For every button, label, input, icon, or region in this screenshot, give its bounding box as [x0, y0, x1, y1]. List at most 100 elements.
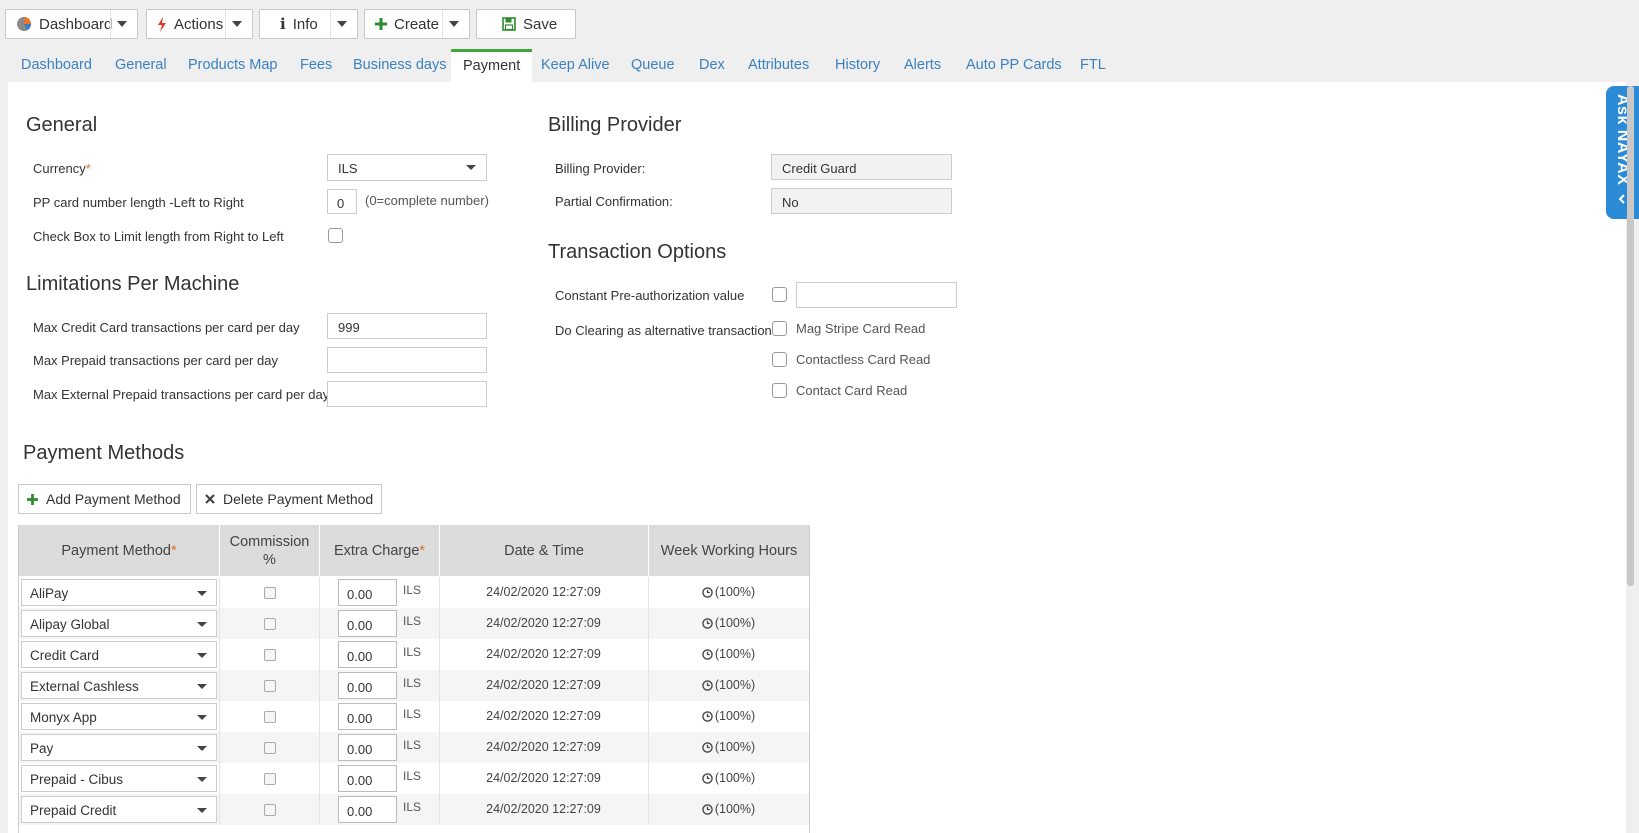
week-hours-cell[interactable]: (100%)	[649, 577, 809, 608]
info-dropdown-button[interactable]: i Info	[259, 9, 358, 39]
payment-method-value: Prepaid Credit	[30, 803, 117, 818]
currency-label: Currency*	[33, 161, 91, 176]
table-row: Prepaid - Cibus 0.00 ILS 24/02/2020 12:27:0…	[19, 763, 809, 794]
payment-method-value: Prepaid - Cibus	[30, 772, 124, 787]
extra-charge-input[interactable]: 0.00	[338, 703, 397, 730]
column-week-working-hours[interactable]: Week Working Hours	[649, 525, 809, 576]
commission-checkbox[interactable]	[264, 649, 276, 661]
chevron-down-icon	[117, 21, 127, 27]
date-time-value: 24/02/2020 12:27:09	[486, 709, 601, 723]
week-hours-cell[interactable]: (100%)	[649, 701, 809, 732]
commission-checkbox[interactable]	[264, 618, 276, 630]
week-hours-cell[interactable]: (100%)	[649, 794, 809, 825]
week-hours-cell[interactable]: (100%)	[649, 670, 809, 701]
tab-keep-alive[interactable]: Keep Alive	[541, 57, 610, 73]
tab-business-days[interactable]: Business days	[353, 57, 447, 73]
chevron-left-icon	[1618, 191, 1626, 209]
limit-rtl-label: Check Box to Limit length from Right to …	[33, 229, 284, 244]
column-commission[interactable]: Commission%	[220, 525, 320, 576]
method-cell: Prepaid Credit	[19, 794, 220, 825]
method-cell: Alipay Global	[19, 608, 220, 639]
extra-charge-input[interactable]: 0.00	[338, 579, 397, 606]
payment-method-select[interactable]: Alipay Global	[21, 610, 217, 637]
table-header: Payment Method * Commission% Extra Charge…	[19, 525, 809, 576]
tab-fees[interactable]: Fees	[300, 57, 332, 73]
plus-icon	[375, 18, 387, 30]
dashboard-label: Dashboard	[39, 15, 113, 33]
table-row: External Cashless 0.00 ILS 24/02/2020 12:27…	[19, 670, 809, 701]
tab-queue[interactable]: Queue	[631, 57, 675, 73]
preauth-input[interactable]	[796, 282, 957, 308]
contact-label: Contact Card Read	[796, 383, 908, 398]
chevron-down-icon	[337, 21, 347, 27]
week-hours-cell[interactable]: (100%)	[649, 608, 809, 639]
tab-auto-pp-cards[interactable]: Auto PP Cards	[966, 57, 1062, 73]
dashboard-dropdown-button[interactable]: Dashboard	[5, 9, 138, 39]
week-hours-cell[interactable]: (100%)	[649, 639, 809, 670]
extra-charge-input[interactable]: 0.00	[338, 734, 397, 761]
week-hours-value: (100%)	[714, 678, 756, 692]
tab-alerts[interactable]: Alerts	[904, 57, 941, 73]
limit-rtl-checkbox[interactable]	[328, 228, 343, 243]
commission-checkbox[interactable]	[264, 711, 276, 723]
clock-icon	[702, 649, 713, 660]
extra-charge-input[interactable]: 0.00	[338, 765, 397, 792]
delete-payment-method-button[interactable]: Delete Payment Method	[196, 484, 382, 514]
commission-cell	[220, 732, 320, 763]
extra-charge-input[interactable]: 0.00	[338, 610, 397, 637]
column-date-time[interactable]: Date & Time	[440, 525, 649, 576]
scrollbar[interactable]	[1627, 86, 1634, 586]
contactless-checkbox[interactable]	[772, 352, 787, 367]
payment-method-select[interactable]: External Cashless	[21, 672, 217, 699]
add-payment-method-button[interactable]: Add Payment Method	[18, 484, 191, 514]
payment-method-select[interactable]: Monyx App	[21, 703, 217, 730]
tab-general[interactable]: General	[115, 57, 167, 73]
extra-charge-input[interactable]: 0.00	[338, 672, 397, 699]
tab-ftl[interactable]: FTL	[1080, 57, 1106, 73]
currency-select[interactable]: ILS	[327, 154, 487, 181]
commission-checkbox[interactable]	[264, 804, 276, 816]
tab-products-map[interactable]: Products Map	[188, 57, 277, 73]
mag-stripe-checkbox[interactable]	[772, 321, 787, 336]
date-time-cell: 24/02/2020 12:27:09	[440, 732, 649, 763]
clock-icon	[702, 773, 713, 784]
week-hours-cell[interactable]: (100%)	[649, 732, 809, 763]
week-hours-cell[interactable]: (100%)	[649, 763, 809, 794]
commission-cell	[220, 763, 320, 794]
ask-nayax-panel[interactable]: Ask NAYAX	[1606, 86, 1639, 219]
tab-dashboard[interactable]: Dashboard	[21, 57, 92, 73]
column-payment-method[interactable]: Payment Method *	[19, 525, 220, 576]
max-ext-prepaid-input[interactable]	[327, 381, 487, 407]
table-row: Prepaid Credit 0.00 ILS 24/02/2020 12:27:09…	[19, 794, 809, 825]
pp-length-input[interactable]: 0	[327, 189, 357, 214]
chevron-down-icon	[197, 715, 207, 720]
commission-checkbox[interactable]	[264, 587, 276, 599]
commission-checkbox[interactable]	[264, 773, 276, 785]
commission-checkbox[interactable]	[264, 680, 276, 692]
extra-charge-cell: 0.00 ILS	[320, 639, 440, 670]
chevron-down-icon	[197, 684, 207, 689]
payment-method-select[interactable]: Pay	[21, 734, 217, 761]
create-dropdown-button[interactable]: Create	[364, 9, 470, 39]
preauth-checkbox[interactable]	[772, 287, 787, 302]
payment-method-select[interactable]: Prepaid - Cibus	[21, 765, 217, 792]
mag-stripe-label: Mag Stripe Card Read	[796, 321, 926, 336]
actions-dropdown-button[interactable]: Actions	[146, 9, 253, 39]
payment-method-select[interactable]: AliPay	[21, 579, 217, 606]
tab-payment[interactable]: Payment	[451, 49, 533, 82]
currency-unit: ILS	[403, 769, 422, 783]
extra-charge-input[interactable]: 0.00	[338, 641, 397, 668]
commission-checkbox[interactable]	[264, 742, 276, 754]
save-button[interactable]: Save	[476, 9, 576, 39]
currency-unit: ILS	[403, 800, 422, 814]
max-prepaid-input[interactable]	[327, 347, 487, 373]
tab-dex[interactable]: Dex	[699, 57, 725, 73]
extra-charge-input[interactable]: 0.00	[338, 796, 397, 823]
column-extra-charge[interactable]: Extra Charge *	[320, 525, 440, 576]
tab-history[interactable]: History	[835, 57, 880, 73]
payment-method-select[interactable]: Credit Card	[21, 641, 217, 668]
payment-method-select[interactable]: Prepaid Credit	[21, 796, 217, 823]
tab-attributes[interactable]: Attributes	[748, 57, 809, 73]
contact-checkbox[interactable]	[772, 383, 787, 398]
max-cc-input[interactable]: 999	[327, 313, 487, 339]
